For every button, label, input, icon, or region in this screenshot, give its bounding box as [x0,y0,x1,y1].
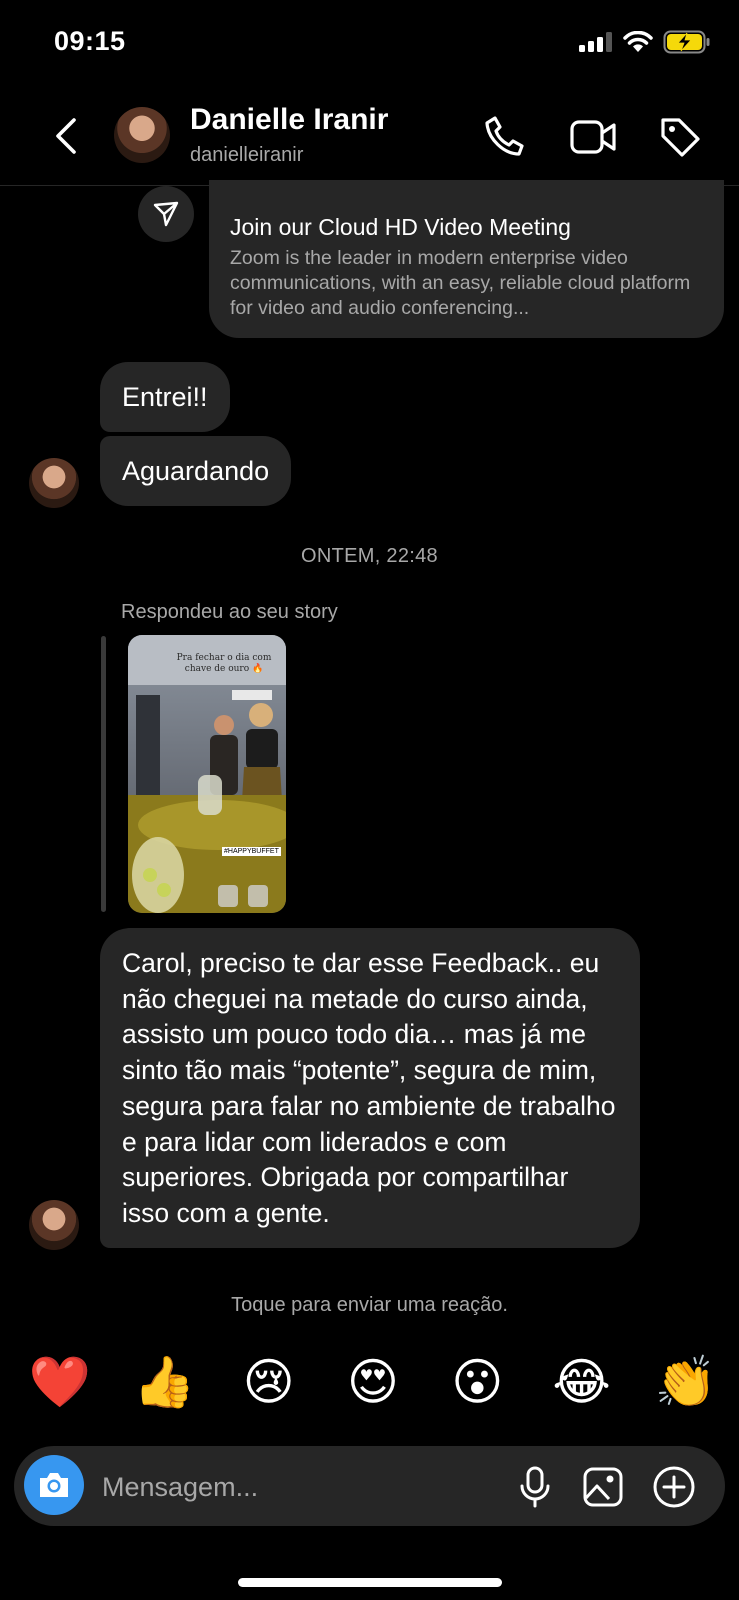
reaction-laughing[interactable]: 😂 [550,1350,614,1414]
reaction-hint: Toque para enviar uma reação. [231,1294,508,1316]
battery-icon [663,30,710,54]
reaction-heart-eyes[interactable]: 😍 [341,1350,405,1414]
status-time: 09:15 [54,26,126,56]
reply-indicator-bar [101,636,106,912]
home-indicator [238,1578,502,1587]
header-avatar[interactable] [114,107,170,163]
reaction-clapping[interactable]: 👏 [654,1350,718,1414]
reaction-thumbs-up[interactable]: 👍 [132,1350,196,1414]
reaction-bar: ❤️ 👍 😢 😍 😮 😂 👏 [28,1350,718,1414]
gallery-icon[interactable] [582,1466,624,1508]
phone-icon[interactable] [482,114,528,160]
reaction-heart[interactable]: ❤️ [28,1350,92,1414]
sender-avatar[interactable] [29,458,79,508]
plus-icon[interactable] [652,1465,696,1509]
contact-name[interactable]: Danielle Iranir [190,103,388,137]
tag-icon[interactable] [657,114,703,160]
camera-icon [40,1473,68,1497]
reaction-surprised[interactable]: 😮 [445,1350,509,1414]
contact-username[interactable]: danielleiranir [190,144,303,167]
camera-button[interactable] [24,1455,84,1515]
story-tag: #HAPPYBUFFET [222,847,281,856]
story-thumbnail[interactable]: Pra fechar o dia com chave de ouro 🔥 #HA… [128,635,286,913]
microphone-icon[interactable] [518,1466,552,1508]
story-image [128,635,286,913]
back-icon[interactable] [48,112,84,160]
reaction-crying[interactable]: 😢 [237,1350,301,1414]
timestamp: ONTEM, 22:48 [301,545,438,567]
video-icon[interactable] [569,114,617,160]
signal-icon [579,32,612,52]
story-caption: Pra fechar o dia com chave de ouro 🔥 [176,653,272,674]
story-reply-label: Respondeu ao seu story [121,601,338,623]
link-title: Join our Cloud HD Video Meeting [230,214,571,240]
message-bubble[interactable]: Aguardando [100,436,292,506]
sender-avatar[interactable] [29,1200,79,1250]
message-input[interactable] [100,1466,484,1508]
share-button[interactable] [138,186,194,242]
message-bubble[interactable]: Entrei!! [100,362,230,432]
status-icons [579,30,711,54]
wifi-icon [623,31,653,52]
link-description: Zoom is the leader in modern enterprise … [230,247,691,319]
send-icon [153,201,179,227]
message-bubble-long[interactable]: Carol, preciso te dar esse Feedback.. eu… [100,928,640,1248]
